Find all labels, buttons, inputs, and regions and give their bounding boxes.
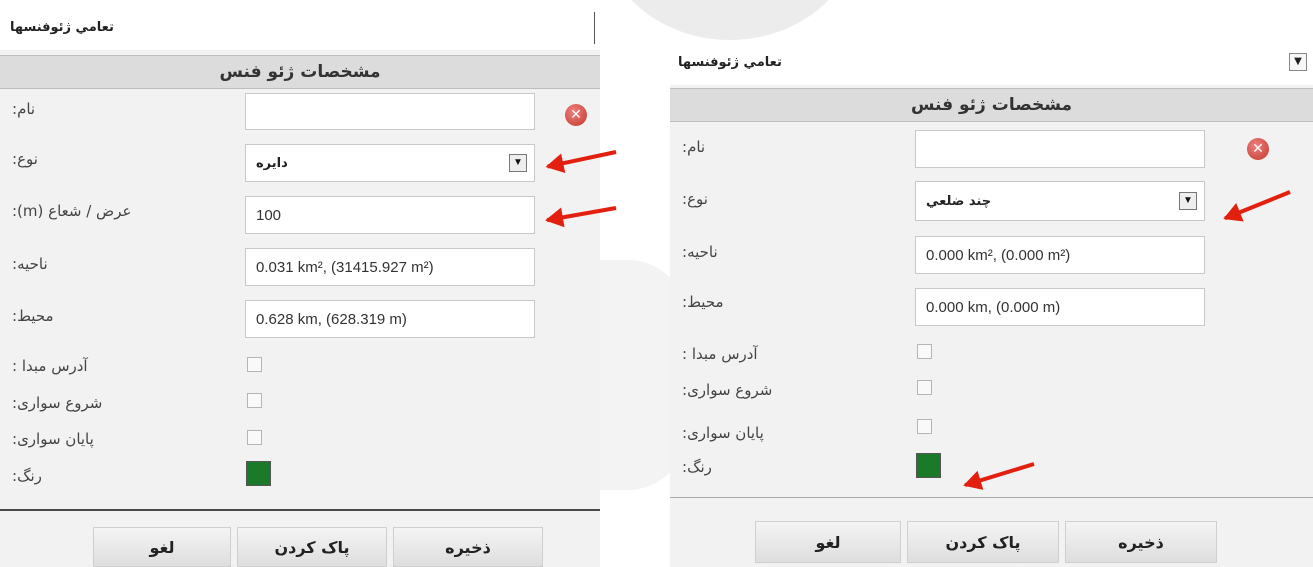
clear-icon[interactable]: ✕ [1247,138,1269,160]
save-button[interactable]: ذخیره [393,527,543,567]
area-field[interactable]: 0.031 km², (31415.927 m²) [245,248,535,286]
label-perimeter: :محیط [682,293,724,311]
label-name: :نام [682,138,706,156]
ride-start-checkbox[interactable] [247,393,262,408]
perimeter-field[interactable]: 0.628 km, (628.319 m) [245,300,535,338]
color-swatch[interactable] [916,453,941,478]
radius-field[interactable]: 100 [245,196,535,234]
type-select[interactable]: دایره ▼ [245,144,535,182]
label-color: :رنگ [12,467,42,485]
clear-button[interactable]: پاک کردن [237,527,387,567]
label-ride-start: :شروع سواری [682,381,773,399]
save-button[interactable]: ذخیره [1065,521,1217,563]
label-type: :نوع [12,150,38,168]
geofence-selector[interactable]: تعامي ژئوفنسها [0,0,600,50]
ride-end-checkbox[interactable] [917,419,932,434]
scrollbar-edge [594,12,595,44]
geofence-selector[interactable]: تعامي ژئوفنسها ▼ [670,40,1313,85]
section-header: مشخصات ژئو فنس [670,88,1313,122]
geofence-dialog-right: تعامي ژئوفنسها ▼ مشخصات ژئو فنس :نام ✕ :… [670,40,1313,567]
ride-start-checkbox[interactable] [917,380,932,395]
divider [0,509,600,511]
clear-icon[interactable]: ✕ [565,104,587,126]
cancel-button[interactable]: لغو [755,521,901,563]
geofence-dialog-left: تعامي ژئوفنسها مشخصات ژئو فنس :نام ✕ :نو… [0,0,600,567]
chevron-down-icon[interactable]: ▼ [1179,192,1197,210]
clear-button[interactable]: پاک کردن [907,521,1059,563]
label-ride-start: :شروع سواری [12,394,103,412]
type-select[interactable]: چند ضلعي ▼ [915,181,1205,221]
perimeter-field[interactable]: 0.000 km, (0.000 m) [915,288,1205,326]
label-type: :نوع [682,190,708,208]
divider [670,497,1313,498]
label-name: :نام [12,100,36,118]
label-area: :ناحیه [12,255,48,273]
label-ride-end: :پایان سواری [682,424,764,442]
type-select-value: دایره [256,155,288,171]
label-ride-end: :پایان سواری [12,430,94,448]
window-title: تعامي ژئوفنسها [678,55,782,70]
label-color: :رنگ [682,458,712,476]
watermark-shape [600,0,860,40]
name-field[interactable] [915,130,1205,168]
label-origin-address: : آدرس مبدا [12,357,88,375]
chevron-down-icon[interactable]: ▼ [1289,53,1307,71]
label-perimeter: :محیط [12,307,54,325]
color-swatch[interactable] [246,461,271,486]
origin-address-checkbox[interactable] [917,344,932,359]
label-origin-address: : آدرس مبدا [682,345,758,363]
ride-end-checkbox[interactable] [247,430,262,445]
area-field[interactable]: 0.000 km², (0.000 m²) [915,236,1205,274]
origin-address-checkbox[interactable] [247,357,262,372]
label-area: :ناحیه [682,243,718,261]
name-field[interactable] [245,93,535,130]
type-select-value: چند ضلعي [926,193,992,209]
cancel-button[interactable]: لغو [93,527,231,567]
label-radius: :(m) عرض / شعاع [12,202,132,220]
section-header: مشخصات ژئو فنس [0,55,600,89]
chevron-down-icon[interactable]: ▼ [509,154,527,172]
window-title: تعامي ژئوفنسها [10,20,114,35]
